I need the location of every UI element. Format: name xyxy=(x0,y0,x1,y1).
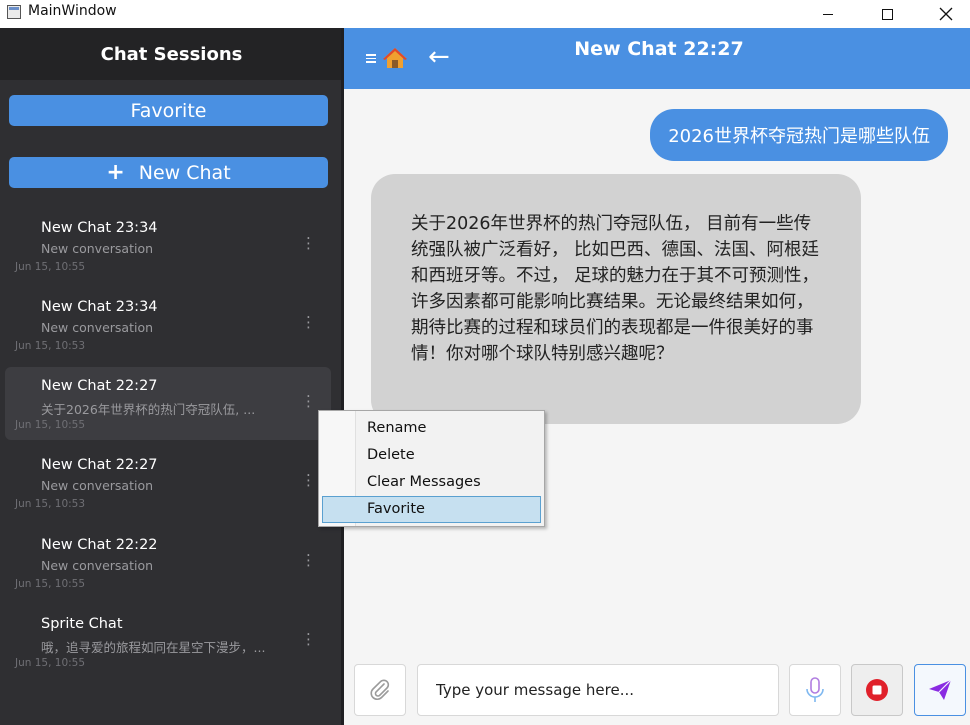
more-options-icon[interactable]: ⋮ xyxy=(301,233,316,253)
session-subtitle: New conversation xyxy=(41,241,154,256)
new-chat-button[interactable]: + New Chat xyxy=(9,157,328,188)
session-subtitle: New conversation xyxy=(41,478,154,493)
session-title: New Chat 22:27 xyxy=(41,378,158,394)
send-icon xyxy=(929,679,952,700)
session-context-menu: Rename Delete Clear Messages Favorite xyxy=(318,410,545,527)
chat-messages-area: 2026世界杯夺冠热门是哪些队伍 关于2026年世界杯的热门夺冠队伍， 目前有一… xyxy=(344,89,970,654)
maximize-button[interactable] xyxy=(857,0,917,28)
more-options-icon[interactable]: ⋮ xyxy=(301,470,316,490)
sidebar: Chat Sessions Favorite + New Chat New Ch… xyxy=(0,28,343,725)
menu-item-rename[interactable]: Rename xyxy=(322,415,541,442)
favorite-button-label: Favorite xyxy=(130,99,207,122)
session-subtitle: 哦，追寻爱的旅程如同在星空下漫步，... xyxy=(41,640,266,655)
new-chat-button-label: New Chat xyxy=(138,161,231,184)
window-title: MainWindow xyxy=(28,3,117,19)
session-time: Jun 15, 10:55 xyxy=(15,419,86,431)
session-time: Jun 15, 10:55 xyxy=(15,657,86,669)
session-title: New Chat 23:34 xyxy=(41,220,158,236)
menu-item-delete[interactable]: Delete xyxy=(322,442,541,469)
session-item[interactable]: Sprite Chat 哦，追寻爱的旅程如同在星空下漫步，... Jun 15,… xyxy=(5,605,331,678)
more-options-icon[interactable]: ⋮ xyxy=(301,550,316,570)
session-time: Jun 15, 10:53 xyxy=(15,340,86,352)
minimize-button[interactable] xyxy=(798,0,858,28)
user-message-bubble: 2026世界杯夺冠热门是哪些队伍 xyxy=(650,109,948,161)
sidebar-header: Chat Sessions xyxy=(0,28,343,80)
session-title: New Chat 22:27 xyxy=(41,457,158,473)
chat-title: New Chat 22:27 xyxy=(574,38,744,60)
maximize-icon xyxy=(881,8,893,20)
more-options-icon[interactable]: ⋮ xyxy=(301,391,316,411)
more-options-icon[interactable]: ⋮ xyxy=(301,312,316,332)
session-item-active[interactable]: New Chat 22:27 关于2026年世界杯的热门夺冠队伍, ... Ju… xyxy=(5,367,331,440)
chat-header: ← New Chat 22:27 xyxy=(344,28,970,89)
session-time: Jun 15, 10:55 xyxy=(15,261,86,273)
microphone-icon xyxy=(806,677,824,702)
minimize-icon xyxy=(823,13,833,15)
menu-item-clear-messages[interactable]: Clear Messages xyxy=(322,469,541,496)
plus-icon: + xyxy=(106,160,125,185)
paperclip-icon xyxy=(370,679,390,700)
bot-message-bubble: 关于2026年世界杯的热门夺冠队伍， 目前有一些传统强队被广泛看好， 比如巴西、… xyxy=(371,174,861,424)
session-item[interactable]: New Chat 23:34 New conversation Jun 15, … xyxy=(5,209,331,282)
app-window-icon xyxy=(7,5,21,19)
microphone-button[interactable] xyxy=(789,664,841,716)
send-button[interactable] xyxy=(914,664,966,716)
session-title: Sprite Chat xyxy=(41,616,123,632)
stop-button[interactable] xyxy=(851,664,903,716)
session-subtitle: New conversation xyxy=(41,320,154,335)
session-time: Jun 15, 10:55 xyxy=(15,578,86,590)
message-input[interactable] xyxy=(417,664,779,716)
session-subtitle: New conversation xyxy=(41,558,154,573)
stop-icon xyxy=(866,679,888,701)
close-button[interactable] xyxy=(916,0,970,28)
session-title: New Chat 23:34 xyxy=(41,299,158,315)
session-item[interactable]: New Chat 22:27 New conversation Jun 15, … xyxy=(5,446,331,519)
menu-item-favorite[interactable]: Favorite xyxy=(322,496,541,523)
session-item[interactable]: New Chat 23:34 New conversation Jun 15, … xyxy=(5,288,331,361)
session-subtitle: 关于2026年世界杯的热门夺冠队伍, ... xyxy=(41,402,256,417)
session-title: New Chat 22:22 xyxy=(41,537,158,553)
attach-button[interactable] xyxy=(354,664,406,716)
close-icon xyxy=(939,7,953,21)
input-bar xyxy=(344,654,970,725)
session-time: Jun 15, 10:53 xyxy=(15,498,86,510)
session-item[interactable]: New Chat 22:22 New conversation Jun 15, … xyxy=(5,526,331,599)
more-options-icon[interactable]: ⋮ xyxy=(301,629,316,649)
favorite-button[interactable]: Favorite xyxy=(9,95,328,126)
title-bar: MainWindow xyxy=(0,0,970,28)
sidebar-title: Chat Sessions xyxy=(100,43,243,65)
